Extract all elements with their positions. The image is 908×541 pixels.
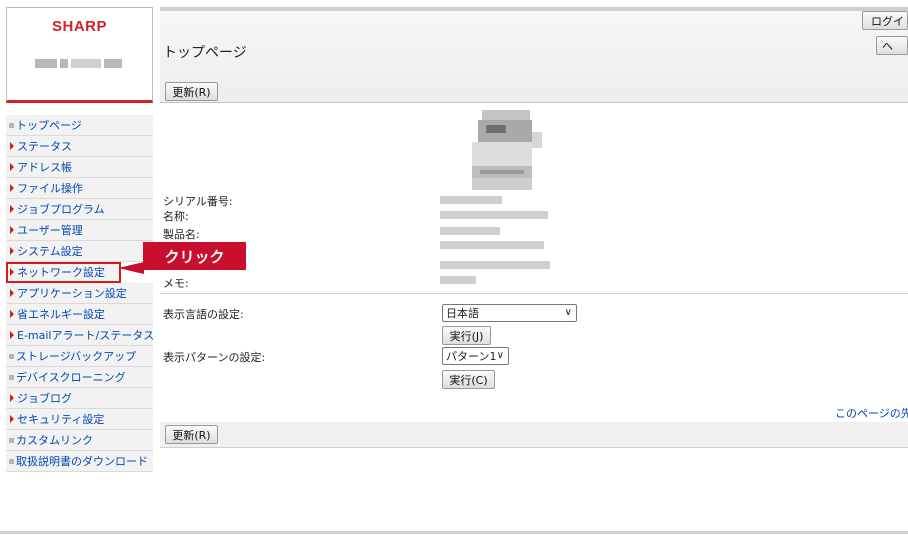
sidebar-item[interactable]: 省エネルギー設定	[6, 304, 153, 325]
sidebar-item[interactable]: カスタムリンク	[6, 430, 153, 451]
section-divider	[160, 293, 908, 294]
sidebar-item[interactable]: ジョブログ	[6, 388, 153, 409]
sidebar-item-label: ネットワーク設定	[17, 266, 105, 279]
sidebar-item[interactable]: アドレス帳	[6, 157, 153, 178]
gray-square-icon	[9, 122, 14, 128]
red-triangle-icon	[10, 310, 14, 318]
sidebar-item-label: ユーザー管理	[17, 224, 83, 237]
refresh-button-top[interactable]: 更新(R)	[165, 82, 218, 101]
header-bar	[160, 11, 908, 103]
login-button[interactable]: ログイ	[862, 11, 908, 30]
sidebar-item-label: カスタムリンク	[16, 434, 93, 447]
callout-arrow	[118, 262, 144, 274]
red-triangle-icon	[10, 415, 14, 423]
display-pattern-label: 表示パターンの設定:	[163, 351, 266, 364]
chevron-down-icon: ∨	[496, 350, 504, 361]
red-triangle-icon	[10, 205, 14, 213]
sidebar-nav: トップページ ステータスアドレス帳ファイル操作ジョブプログラム ユーザー管理 システム…	[6, 115, 155, 472]
sidebar-item-label: ジョブログ	[17, 392, 72, 405]
sidebar-item[interactable]: ユーザー管理	[6, 220, 153, 241]
sidebar-item-label: ステータス	[17, 140, 72, 153]
chevron-down-icon: ∨	[564, 307, 572, 318]
red-triangle-icon	[10, 331, 14, 339]
sharp-logo: SHARP	[51, 18, 107, 35]
sidebar-item[interactable]: ネットワーク設定	[6, 262, 121, 283]
model-name-blurred	[35, 59, 125, 68]
sidebar-item-label: システム設定	[17, 245, 83, 258]
language-select[interactable]: 日本語 ∨	[442, 304, 577, 322]
sidebar-item[interactable]: ジョブプログラム	[6, 199, 153, 220]
name-label: 名称:	[163, 210, 189, 223]
sidebar-item-label: トップページ	[16, 119, 82, 132]
memo-label: メモ:	[163, 277, 189, 290]
page-top-link[interactable]: このページの先	[835, 405, 908, 421]
language-setting-label: 表示言語の設定:	[163, 308, 244, 321]
pattern-select-value: パターン1	[446, 350, 497, 363]
gray-square-icon	[9, 458, 14, 464]
sidebar-item[interactable]: システム設定	[6, 241, 153, 262]
page-bottom-rule	[0, 531, 908, 534]
sidebar-item[interactable]: 取扱説明書のダウンロード	[6, 451, 153, 472]
sidebar-item[interactable]: ファイル操作	[6, 178, 153, 199]
display-pattern-select[interactable]: パターン1 ∨	[442, 347, 509, 365]
click-callout: クリック	[143, 242, 246, 270]
gray-square-icon	[9, 374, 14, 380]
sidebar-item[interactable]: トップページ	[6, 115, 153, 136]
red-triangle-icon	[10, 184, 14, 192]
red-triangle-icon	[10, 289, 14, 297]
red-triangle-icon	[10, 142, 14, 150]
red-triangle-icon	[10, 394, 14, 402]
logo-panel: SHARP	[6, 7, 153, 103]
help-button[interactable]: ヘ	[876, 36, 908, 55]
red-triangle-icon	[10, 163, 14, 171]
sidebar-item[interactable]: アプリケーション設定	[6, 283, 153, 304]
red-triangle-icon	[10, 226, 14, 234]
gray-square-icon	[9, 437, 14, 443]
header-divider	[160, 102, 908, 103]
device-image	[472, 110, 542, 190]
execute-c-button[interactable]: 実行(C)	[442, 370, 495, 389]
sidebar-item[interactable]: セキュリティ設定	[6, 409, 153, 430]
sidebar-item-label: 省エネルギー設定	[17, 308, 105, 321]
serial-number-label: シリアル番号:	[163, 195, 233, 208]
sidebar-item-label: E-mailアラート/ステータス	[17, 329, 155, 342]
execute-j-button[interactable]: 実行(J)	[442, 326, 491, 345]
sidebar-item-label: セキュリティ設定	[17, 413, 105, 426]
sidebar-item-label: ファイル操作	[17, 182, 83, 195]
language-select-value: 日本語	[446, 307, 479, 320]
sidebar-item-label: デバイスクローニング	[16, 371, 126, 384]
sidebar-item[interactable]: ストレージバックアップ	[6, 346, 153, 367]
sidebar-item-label: アプリケーション設定	[17, 287, 127, 300]
sidebar-item-label: 取扱説明書のダウンロード	[16, 455, 148, 468]
red-triangle-icon	[10, 268, 14, 276]
sidebar-item-label: アドレス帳	[17, 161, 72, 174]
sidebar-item-label: ストレージバックアップ	[16, 350, 137, 363]
sidebar-item[interactable]: デバイスクローニング	[6, 367, 153, 388]
sidebar-item-label: ジョブプログラム	[17, 203, 105, 216]
sidebar-item[interactable]: ステータス	[6, 136, 153, 157]
red-triangle-icon	[10, 247, 14, 255]
footer-bar	[160, 422, 908, 448]
sidebar-item[interactable]: E-mailアラート/ステータス	[6, 325, 155, 346]
refresh-button-bottom[interactable]: 更新(R)	[165, 425, 218, 444]
product-name-label: 製品名:	[163, 228, 200, 241]
gray-square-icon	[9, 353, 14, 359]
page-title: トップページ	[163, 45, 247, 61]
